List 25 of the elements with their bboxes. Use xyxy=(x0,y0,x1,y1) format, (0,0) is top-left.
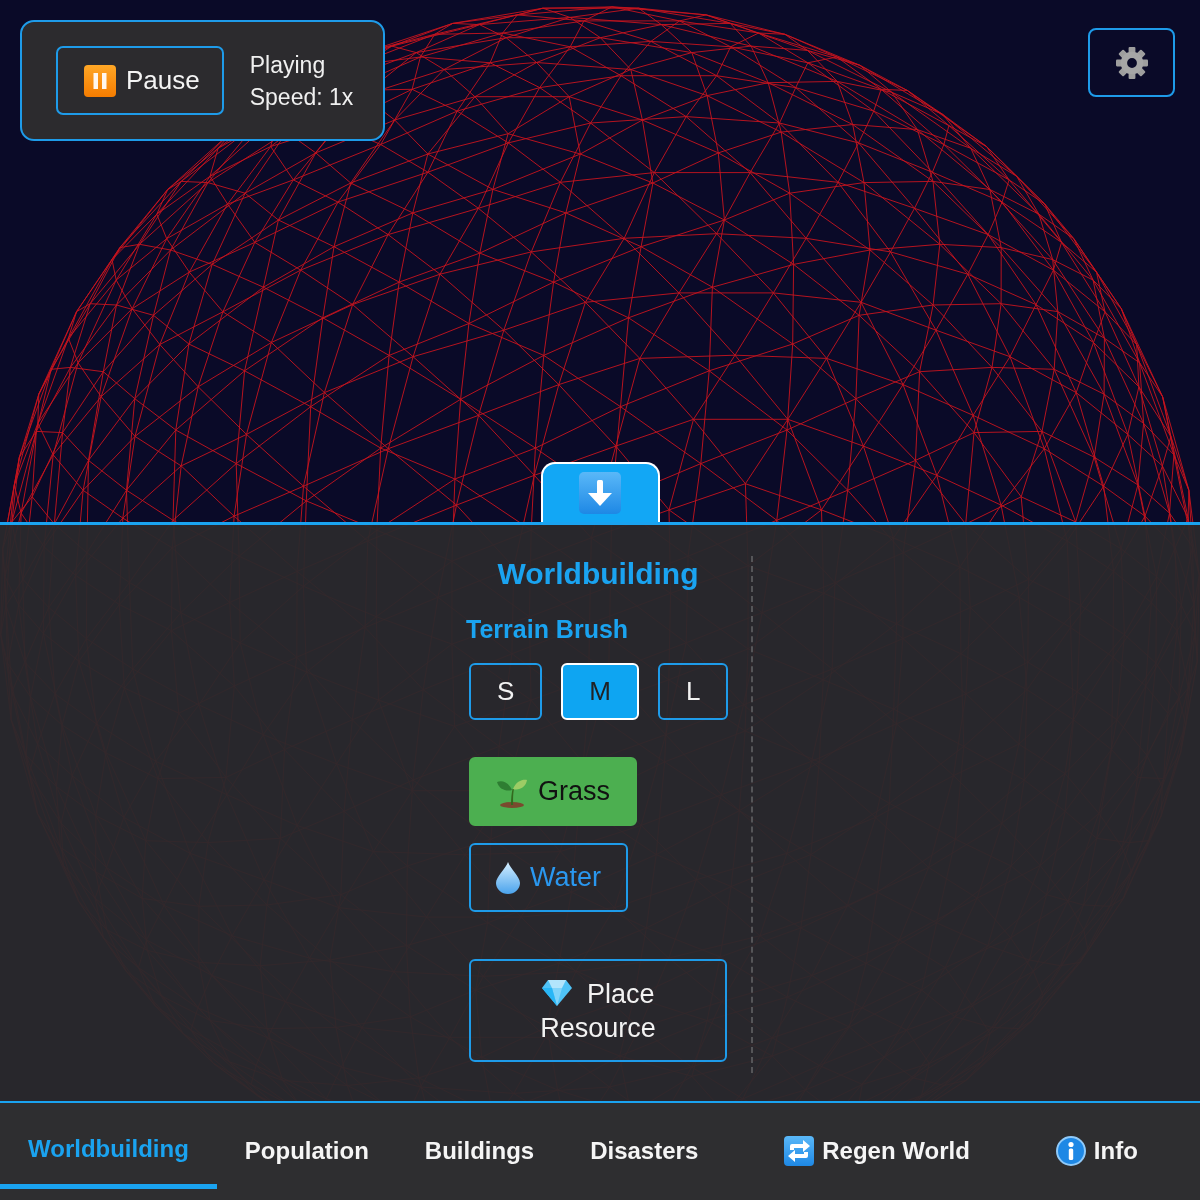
panel-title: Worldbuilding xyxy=(497,556,699,592)
terrain-button[interactable]: Grass xyxy=(469,757,637,826)
settings-button[interactable] xyxy=(1088,28,1175,97)
playback-status-text: Playing xyxy=(249,50,327,80)
info-button[interactable]: Info xyxy=(1027,1103,1166,1189)
drawer-toggle-button[interactable] xyxy=(540,462,660,522)
info-icon xyxy=(1055,1136,1086,1166)
tab[interactable]: Worldbuilding xyxy=(0,1103,217,1189)
pause-button[interactable]: Pause xyxy=(56,46,224,115)
speed-text: Speed: 1x xyxy=(249,82,354,112)
arrows-cycle-icon xyxy=(784,1136,815,1166)
tab[interactable]: Population xyxy=(216,1103,397,1189)
gem-icon xyxy=(541,978,574,1007)
brush-size-button[interactable]: M xyxy=(561,663,639,720)
pause-icon xyxy=(84,64,116,97)
section-label: Terrain Brush xyxy=(466,614,629,644)
brush-size-button[interactable]: S xyxy=(469,663,543,720)
droplet-icon xyxy=(496,861,520,894)
place-resource-button[interactable]: Place Resource xyxy=(469,959,727,1062)
settings-icon xyxy=(1115,46,1148,79)
regen-world-button[interactable]: Regen World xyxy=(756,1103,998,1189)
tab[interactable]: Disasters xyxy=(562,1103,727,1189)
brush-size-button[interactable]: L xyxy=(658,663,729,720)
tab[interactable]: Buildings xyxy=(396,1103,563,1189)
terrain-button[interactable]: Water xyxy=(469,843,628,912)
